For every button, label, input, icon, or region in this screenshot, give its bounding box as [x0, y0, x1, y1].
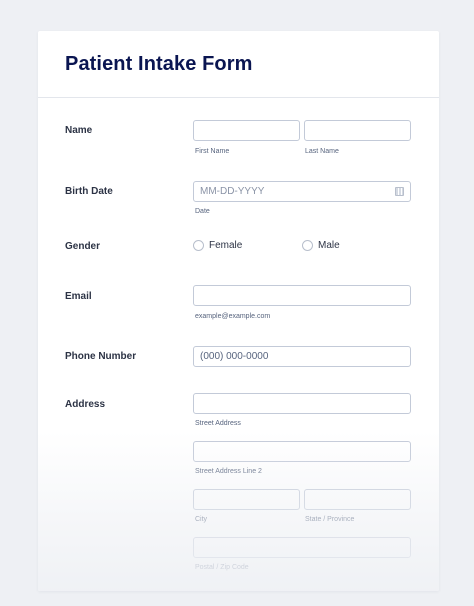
birth-date-label: Birth Date [65, 186, 113, 197]
city-input[interactable] [193, 489, 300, 510]
city-sublabel: City [195, 516, 208, 523]
postal-code-input[interactable] [193, 537, 411, 558]
radio-unchecked-icon[interactable] [193, 240, 204, 251]
email-label: Email [65, 291, 92, 302]
state-input[interactable] [304, 489, 411, 510]
gender-option-male[interactable]: Male [302, 240, 340, 251]
gender-option-female[interactable]: Female [193, 240, 242, 251]
street-address-sublabel: Street Address [195, 420, 241, 427]
postal-code-sublabel: Postal / Zip Code [195, 564, 249, 571]
radio-unchecked-icon[interactable] [302, 240, 313, 251]
phone-label: Phone Number [65, 351, 137, 362]
phone-placeholder: (000) 000-0000 [200, 351, 269, 362]
birth-date-input[interactable]: MM-DD-YYYY [193, 181, 411, 202]
birth-date-placeholder: MM-DD-YYYY [200, 186, 265, 197]
last-name-input[interactable] [304, 120, 411, 141]
address-label: Address [65, 399, 106, 410]
street-address-line2-input[interactable] [193, 441, 411, 462]
last-name-sublabel: Last Name [305, 148, 339, 155]
form-card: Patient Intake Form Name First Name Last… [38, 31, 439, 591]
gender-option-label: Male [318, 240, 340, 251]
gender-label: Gender [65, 241, 101, 252]
first-name-input[interactable] [193, 120, 300, 141]
form-title: Patient Intake Form [65, 53, 253, 75]
phone-input[interactable]: (000) 000-0000 [193, 346, 411, 367]
first-name-sublabel: First Name [195, 148, 230, 155]
form-header: Patient Intake Form [38, 31, 439, 98]
email-sublabel: example@example.com [195, 313, 271, 320]
calendar-icon[interactable] [395, 187, 404, 196]
street-address-line2-sublabel: Street Address Line 2 [195, 468, 262, 475]
email-input[interactable] [193, 285, 411, 306]
gender-option-label: Female [209, 240, 243, 251]
street-address-input[interactable] [193, 393, 411, 414]
state-sublabel: State / Province [305, 516, 355, 523]
birth-date-sublabel: Date [195, 208, 210, 215]
name-label: Name [65, 125, 93, 136]
